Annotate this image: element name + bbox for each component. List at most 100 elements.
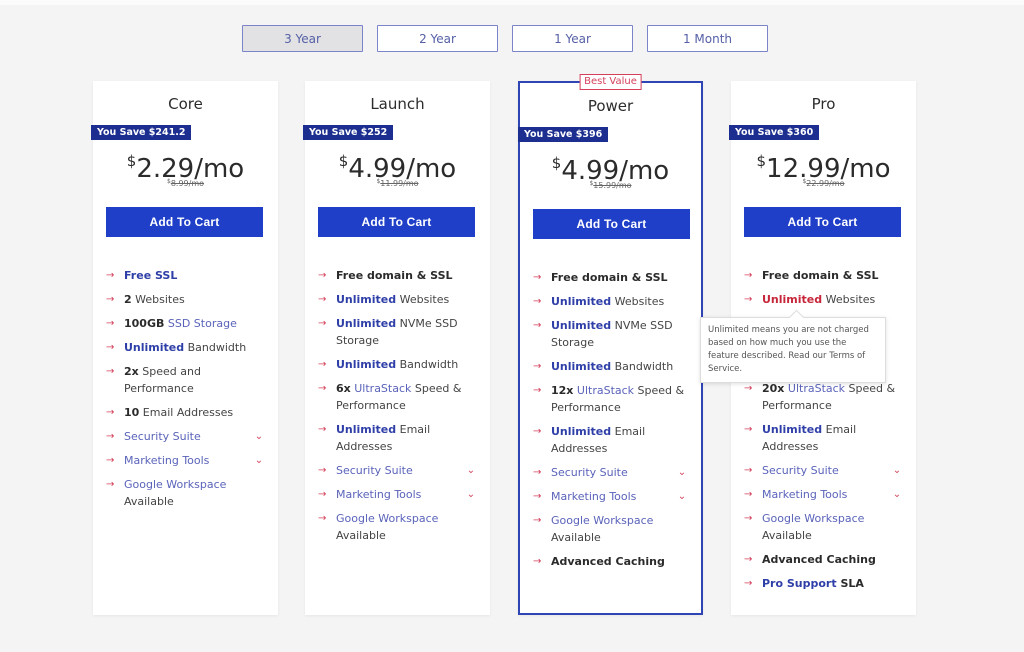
arrow-right-icon: → [318, 294, 327, 305]
tab-1-month[interactable]: 1 Month [647, 25, 768, 52]
feature-link[interactable]: UltraStack [784, 382, 845, 395]
feature-text-part: Websites [131, 293, 185, 306]
chevron-down-icon[interactable]: ⌄ [464, 462, 478, 479]
feature-text-part: SLA [836, 577, 864, 590]
feature-item[interactable]: → Security Suite ⌄ [533, 464, 689, 481]
feature-text-part: Websites [611, 295, 665, 308]
feature-item[interactable]: → Marketing Tools ⌄ [533, 488, 689, 505]
tab-2-year[interactable]: 2 Year [377, 25, 498, 52]
feature-text-part: Available [762, 529, 812, 542]
feature-text: Unlimited Bandwidth [551, 358, 689, 375]
feature-list: → Free domain & SSL → Unlimited Websites → Un… [318, 267, 478, 551]
feature-item[interactable]: → Marketing Tools ⌄ [744, 486, 904, 503]
feature-text: Free domain & SSL [336, 267, 478, 284]
feature-link[interactable]: UltraStack [573, 384, 634, 397]
chevron-down-icon[interactable]: ⌄ [464, 486, 478, 503]
feature-text-part: Unlimited [551, 425, 612, 438]
feature-text-part: Advanced Caching [762, 553, 876, 566]
feature-text: Security Suite [124, 428, 252, 445]
best-value-badge: Best Value [579, 74, 642, 90]
feature-link[interactable]: Marketing Tools [551, 490, 636, 503]
feature-text: Unlimited Bandwidth [336, 356, 478, 373]
feature-link[interactable]: Google Workspace [551, 514, 653, 527]
chevron-down-icon[interactable]: ⌄ [252, 452, 266, 469]
feature-link[interactable]: Marketing Tools [336, 488, 421, 501]
chevron-down-icon[interactable]: ⌄ [252, 428, 266, 445]
arrow-right-icon: → [533, 320, 542, 331]
arrow-right-icon: → [744, 554, 753, 565]
feature-link[interactable]: Google Workspace [762, 512, 864, 525]
plan-name: Launch [370, 95, 425, 113]
savings-badge: You Save $252 [303, 125, 394, 140]
feature-item: → Google Workspace Available [744, 510, 904, 544]
plan-name: Core [168, 95, 203, 113]
arrow-right-icon: → [318, 424, 327, 435]
arrow-right-icon: → [106, 366, 115, 377]
feature-text: 6x UltraStack Speed & Performance [336, 380, 478, 414]
feature-item: → Advanced Caching [533, 553, 689, 570]
chevron-down-icon[interactable]: ⌄ [675, 464, 689, 481]
feature-item: → 20x UltraStack Speed & Performance [744, 380, 904, 414]
feature-link[interactable]: Security Suite [124, 430, 201, 443]
add-to-cart-button[interactable]: Add To Cart [744, 207, 901, 237]
feature-item: → Unlimited Email Addresses [318, 421, 478, 455]
feature-text-part: Available [551, 531, 601, 544]
feature-item: → Advanced Caching [744, 551, 904, 568]
feature-item[interactable]: → Marketing Tools ⌄ [106, 452, 266, 469]
feature-text-part: Unlimited [336, 423, 397, 436]
feature-link[interactable]: Google Workspace [336, 512, 438, 525]
feature-text-part: Free domain & SSL [551, 271, 668, 284]
feature-text-part: Unlimited [551, 319, 612, 332]
arrow-right-icon: → [106, 294, 115, 305]
original-price: $22.99/mo [731, 178, 916, 188]
add-to-cart-button[interactable]: Add To Cart [318, 207, 475, 237]
feature-text-part: 6x [336, 382, 351, 395]
chevron-down-icon[interactable]: ⌄ [890, 462, 904, 479]
unlimited-hover-term[interactable]: Unlimited [762, 293, 822, 306]
feature-text: Advanced Caching [551, 553, 689, 570]
original-price-amount: 11.99/mo [380, 179, 419, 188]
feature-item[interactable]: → Marketing Tools ⌄ [318, 486, 478, 503]
arrow-right-icon: → [318, 359, 327, 370]
arrow-right-icon: → [318, 383, 327, 394]
feature-item: → 10 Email Addresses [106, 404, 266, 421]
feature-text-part: Unlimited [336, 358, 397, 371]
feature-item[interactable]: → Security Suite ⌄ [106, 428, 266, 445]
feature-text-part: 12x [551, 384, 574, 397]
chevron-down-icon[interactable]: ⌄ [890, 486, 904, 503]
arrow-right-icon: → [533, 272, 542, 283]
tooltip-text: Unlimited means you are not charged base… [708, 325, 869, 374]
feature-link[interactable]: Google Workspace [124, 478, 226, 491]
chevron-down-icon[interactable]: ⌄ [675, 488, 689, 505]
feature-link[interactable]: SSD Storage [164, 317, 237, 330]
feature-text: Unlimited NVMe SSD Storage [336, 315, 478, 349]
feature-text: Google Workspace Available [124, 476, 266, 510]
feature-link[interactable]: Marketing Tools [124, 454, 209, 467]
feature-link[interactable]: UltraStack [351, 382, 411, 395]
feature-text-part: Available [124, 495, 174, 508]
feature-link[interactable]: Security Suite [762, 464, 839, 477]
feature-text-part: 2x [124, 365, 139, 378]
billing-term-tabs: 3 Year 2 Year 1 Year 1 Month [242, 25, 768, 52]
arrow-right-icon: → [533, 426, 542, 437]
tab-3-year[interactable]: 3 Year [242, 25, 363, 52]
arrow-right-icon: → [533, 467, 542, 478]
feature-item: → Unlimited Websites [533, 293, 689, 310]
original-price-amount: 15.99/mo [593, 181, 632, 190]
original-price: $15.99/mo [520, 180, 701, 190]
feature-item: → Unlimited NVMe SSD Storage [533, 317, 689, 351]
feature-text: Pro Support SLA [762, 575, 904, 592]
feature-text-part: Free domain & SSL [336, 269, 453, 282]
add-to-cart-button[interactable]: Add To Cart [106, 207, 263, 237]
add-to-cart-button[interactable]: Add To Cart [533, 209, 690, 239]
feature-list: → Free domain & SSL → Unlimited Websites → Un… [533, 269, 689, 577]
feature-link[interactable]: Security Suite [336, 464, 413, 477]
feature-item[interactable]: → Security Suite ⌄ [744, 462, 904, 479]
feature-link[interactable]: Marketing Tools [762, 488, 847, 501]
plan-card-power: Best Value Power You Save $396 $4.99/mo $15.… [518, 74, 703, 615]
currency-symbol: $ [756, 152, 767, 170]
tab-1-year[interactable]: 1 Year [512, 25, 633, 52]
feature-link[interactable]: Security Suite [551, 466, 628, 479]
feature-text-part: Unlimited [336, 317, 397, 330]
feature-item[interactable]: → Security Suite ⌄ [318, 462, 478, 479]
